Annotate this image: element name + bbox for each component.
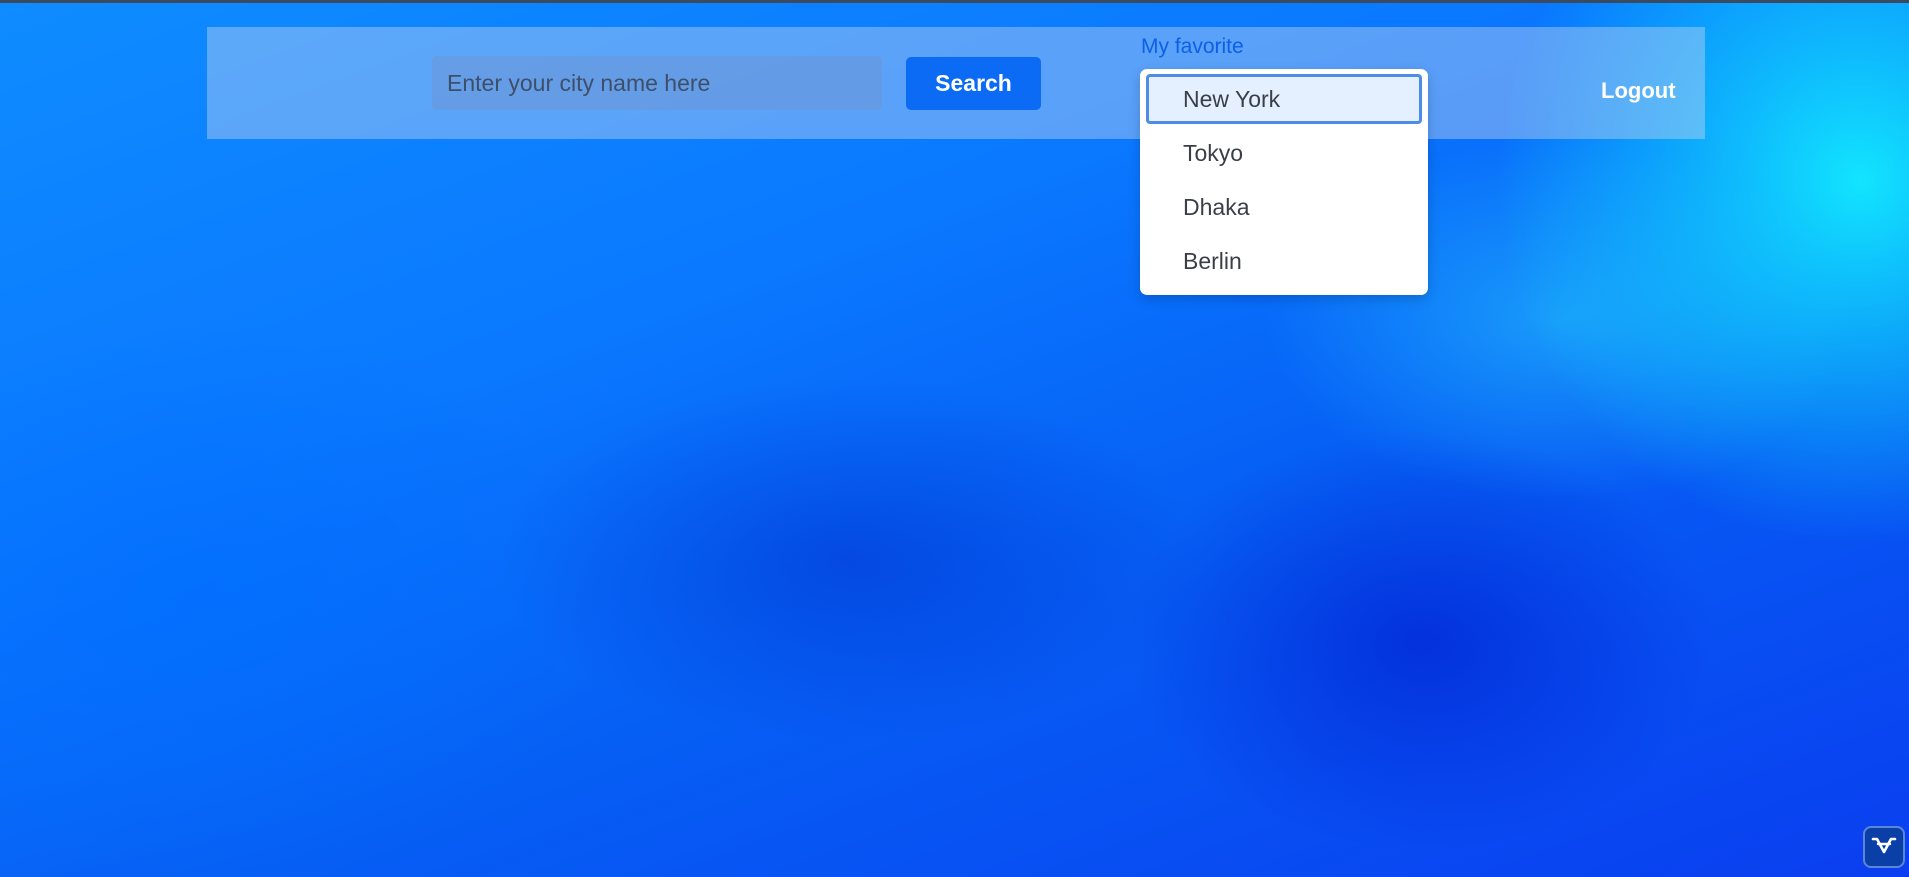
browser-top-border bbox=[0, 0, 1909, 3]
vaadin-logo-glyph bbox=[1871, 837, 1897, 854]
my-favorite-dropdown-toggle[interactable]: My favorite bbox=[1141, 33, 1244, 61]
favorite-item-tokyo[interactable]: Tokyo bbox=[1146, 128, 1422, 178]
logout-link[interactable]: Logout bbox=[1601, 77, 1676, 105]
city-search-input[interactable] bbox=[432, 56, 882, 110]
favorite-item-new-york[interactable]: New York bbox=[1146, 74, 1422, 124]
vaadin-logo-icon[interactable] bbox=[1863, 826, 1905, 868]
weather-app-page: Search My favorite New York Tokyo Dhaka … bbox=[0, 0, 1909, 877]
search-button[interactable]: Search bbox=[906, 57, 1041, 110]
favorite-item-dhaka[interactable]: Dhaka bbox=[1146, 182, 1422, 232]
favorite-item-berlin[interactable]: Berlin bbox=[1146, 236, 1422, 286]
favorites-dropdown-menu: New York Tokyo Dhaka Berlin bbox=[1140, 69, 1428, 295]
